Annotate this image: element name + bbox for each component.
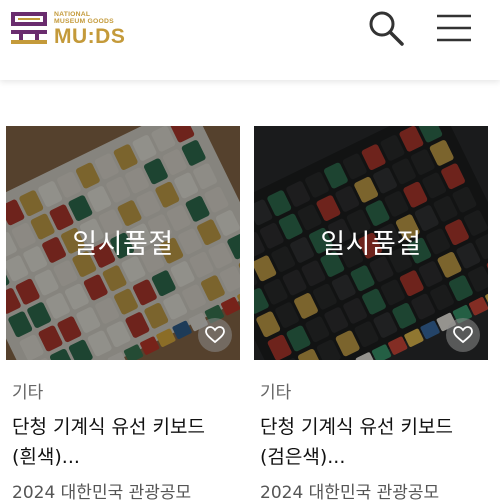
heart-icon [205, 326, 225, 344]
museum-logo-icon [11, 12, 47, 44]
logo-national-text: NATIONAL [54, 10, 91, 18]
product-card[interactable]: 일시품절 기타 단청 기계식 유선 키보드 (흰색)... 2024 대한민국 … [6, 126, 240, 501]
menu-button[interactable] [434, 10, 474, 46]
product-name-line2: (흰색)... [12, 446, 80, 468]
heart-icon [453, 326, 473, 344]
logo-muds-text: MU:DS [54, 25, 126, 49]
product-name[interactable]: 단청 기계식 유선 키보드 (흰색)... [12, 412, 242, 472]
product-name[interactable]: 단청 기계식 유선 키보드 (검은색)... [260, 412, 490, 472]
product-name-line2: (검은색)... [260, 446, 346, 468]
logo-museum-goods-text: MUSEUM GOODS [54, 18, 114, 25]
wishlist-button[interactable] [446, 318, 480, 352]
product-category: 기타 [260, 383, 292, 403]
soldout-label: 일시품절 [72, 229, 174, 260]
search-button[interactable] [366, 8, 408, 48]
hamburger-menu-icon [437, 14, 471, 42]
search-icon [369, 11, 404, 46]
soldout-label: 일시품절 [320, 229, 422, 260]
product-category: 기타 [12, 383, 44, 403]
muds-logo[interactable]: NATIONAL MUSEUM GOODS MU:DS [10, 8, 125, 50]
product-name-line1: 단청 기계식 유선 키보드 [260, 416, 453, 438]
product-maker: 2024 대한민국 관광공모 [260, 483, 440, 501]
top-header: NATIONAL MUSEUM GOODS MU:DS [0, 0, 500, 80]
product-maker: 2024 대한민국 관광공모 [12, 483, 192, 501]
product-name-line1: 단청 기계식 유선 키보드 [12, 416, 205, 438]
product-image[interactable]: 일시품절 [254, 126, 488, 360]
product-image[interactable]: 일시품절 [6, 126, 240, 360]
wishlist-button[interactable] [198, 318, 232, 352]
product-card[interactable]: 일시품절 기타 단청 기계식 유선 키보드 (검은색)... 2024 대한민국… [254, 126, 488, 501]
